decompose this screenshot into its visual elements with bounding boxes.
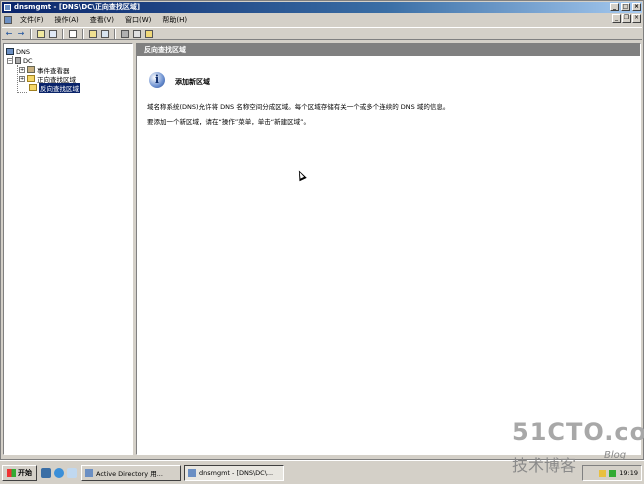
internet-explorer-icon[interactable]	[54, 467, 64, 478]
export-list-button[interactable]	[68, 29, 78, 39]
watermark-tagline: 技术博客	[512, 456, 577, 475]
watermark-blog: Blog	[604, 450, 627, 461]
properties-icon	[101, 29, 109, 38]
start-label: 开始	[18, 468, 32, 477]
mmc-window: dnsmgmt - [DNS\DC\正向查找区域] _ □ × 文件(F) 操作…	[0, 0, 644, 460]
help-button[interactable]	[88, 29, 98, 39]
toolbar: ← →	[2, 27, 642, 40]
tree-node-label: DNS	[16, 47, 30, 56]
dns-icon	[6, 48, 14, 55]
task-active-directory[interactable]: Active Directory 用...	[81, 464, 181, 481]
show-desktop-icon[interactable]	[41, 467, 51, 478]
task-label: Active Directory 用...	[96, 469, 163, 478]
child-minimize-button[interactable]: _	[612, 14, 621, 23]
menu-file[interactable]: 文件(F)	[15, 14, 49, 26]
tree-node-label-selected: 反向查找区域	[39, 82, 80, 93]
zone-button[interactable]	[144, 29, 154, 39]
tree-node-reverse-zones[interactable]: 反向查找区域	[29, 82, 80, 93]
system-tray: 19:19	[582, 465, 642, 481]
toolbar-separator	[62, 28, 64, 39]
dns-app-icon	[4, 4, 11, 11]
tree-node-label: DC	[23, 56, 33, 65]
menu-view[interactable]: 查看(V)	[85, 14, 119, 26]
minimize-button[interactable]: _	[610, 3, 619, 11]
maximize-button[interactable]: □	[621, 3, 630, 11]
start-button[interactable]: 开始	[2, 464, 37, 481]
menu-window[interactable]: 窗口(W)	[120, 14, 156, 26]
menu-action[interactable]: 操作(A)	[50, 14, 84, 26]
collapse-toggle[interactable]: −	[7, 57, 13, 64]
close-button[interactable]: ×	[632, 3, 641, 11]
watermark-site: 51CTO.com	[512, 418, 644, 446]
expand-toggle[interactable]: +	[19, 75, 25, 82]
server-icon	[121, 29, 129, 38]
child-restore-button[interactable]: ❐	[622, 14, 631, 23]
server-button[interactable]	[120, 29, 130, 39]
forward-arrow-icon[interactable]: →	[16, 29, 26, 39]
details-pane: 反向查找区域 i 添加新区域 域名称系统(DNS)允许将 DNS 名称空间分成区…	[136, 43, 641, 455]
folder-icon	[27, 75, 35, 82]
info-icon: i	[149, 72, 165, 88]
toolbar-separator	[82, 28, 84, 39]
info-text-line-2: 要添加一个新区域，请在“操作”菜单，单击“新建区域”。	[147, 118, 310, 126]
clock: 19:19	[619, 469, 638, 477]
toolbar-separator	[114, 28, 116, 39]
toolbar-separator	[30, 28, 32, 39]
up-folder-icon	[37, 29, 45, 38]
task-dnsmgmt[interactable]: dnsmgmt - [DNS\DC\...	[184, 464, 284, 481]
info-title: 添加新区域	[175, 78, 210, 86]
folder-icon	[29, 84, 37, 91]
tree-node-server[interactable]: − DC	[7, 56, 33, 65]
tree-icon	[49, 29, 57, 38]
tree-node-dns[interactable]: DNS	[6, 47, 30, 56]
show-hide-tree-button[interactable]	[48, 29, 58, 39]
list-button[interactable]	[132, 29, 142, 39]
properties-button[interactable]	[100, 29, 110, 39]
tree-connector	[17, 65, 18, 93]
list-icon	[133, 29, 141, 38]
console-tree: DNS − DC + 事件查看器 + 正向查找区域 反向查找区域	[3, 43, 133, 455]
expand-toggle[interactable]: +	[19, 66, 25, 73]
windows-logo-icon	[7, 468, 16, 477]
menu-bar: 文件(F) 操作(A) 查看(V) 窗口(W) 帮助(H) _ ❐ ×	[2, 14, 642, 26]
title-bar[interactable]: dnsmgmt - [DNS\DC\正向查找区域] _ □ ×	[2, 2, 642, 13]
window-title: dnsmgmt - [DNS\DC\正向查找区域]	[14, 3, 141, 11]
network-icon[interactable]	[609, 469, 617, 477]
event-viewer-icon	[27, 66, 35, 73]
tree-connector	[17, 92, 27, 93]
up-folder-button[interactable]	[36, 29, 46, 39]
child-close-button[interactable]: ×	[632, 14, 641, 23]
help-icon	[89, 29, 97, 38]
export-icon	[69, 29, 77, 38]
child-window-controls: _ ❐ ×	[612, 14, 641, 23]
info-text-line-1: 域名称系统(DNS)允许将 DNS 名称空间分成区域。每个区域存储有关一个或多个…	[147, 103, 450, 111]
zone-icon	[145, 29, 153, 38]
menu-help[interactable]: 帮助(H)	[157, 14, 192, 26]
quick-launch	[41, 467, 77, 478]
active-directory-icon	[85, 468, 93, 477]
details-header: 反向查找区域	[137, 44, 640, 56]
back-arrow-icon[interactable]: ←	[4, 29, 14, 39]
server-icon	[15, 57, 21, 64]
dns-app-icon	[188, 468, 196, 477]
security-icon[interactable]	[599, 469, 607, 477]
vc-icon[interactable]	[67, 467, 77, 478]
console-icon	[4, 16, 12, 24]
task-label: dnsmgmt - [DNS\DC\...	[199, 468, 274, 477]
